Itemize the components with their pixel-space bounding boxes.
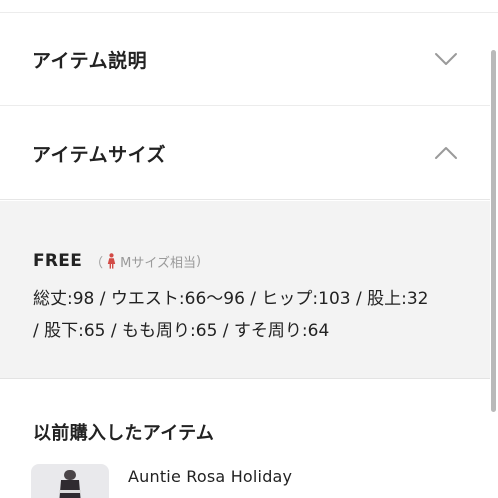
size-note-close-paren: ) (195, 253, 202, 269)
previously-purchased-title: 以前購入したアイテム (33, 423, 215, 444)
item-size-title: アイテムサイズ (32, 143, 167, 166)
item-size-accordion[interactable]: アイテムサイズ (0, 107, 490, 200)
item-detail-page: アイテム説明 アイテムサイズ FREE （ Mサイズ相当) 総丈:98 / ウ… (0, 0, 498, 498)
size-label: FREE (33, 251, 83, 271)
person-icon (107, 253, 116, 269)
size-header: FREE （ Mサイズ相当 ) (33, 251, 201, 271)
size-equivalent-note: （ Mサイズ相当 ) (90, 252, 201, 271)
chevron-up-icon[interactable] (432, 143, 460, 163)
scrollbar[interactable] (491, 50, 496, 412)
item-description-accordion[interactable]: アイテム説明 (0, 13, 490, 106)
item-thumbnail[interactable] (31, 464, 109, 498)
size-measurements: 総丈:98 / ウエスト:66～96 / ヒップ:103 / 股上:32 / 股… (33, 289, 429, 341)
size-note-text: Mサイズ相当 (120, 255, 196, 271)
item-description-title: アイテム説明 (32, 49, 148, 72)
item-name[interactable]: Auntie Rosa Holiday (128, 467, 292, 486)
chevron-down-icon[interactable] (432, 49, 460, 69)
size-note-open-paren: （ (90, 255, 104, 271)
item-size-panel: FREE （ Mサイズ相当 ) 総丈:98 / ウエスト:66～96 / ヒップ… (0, 201, 490, 379)
list-item[interactable]: Auntie Rosa Holiday (0, 455, 490, 498)
